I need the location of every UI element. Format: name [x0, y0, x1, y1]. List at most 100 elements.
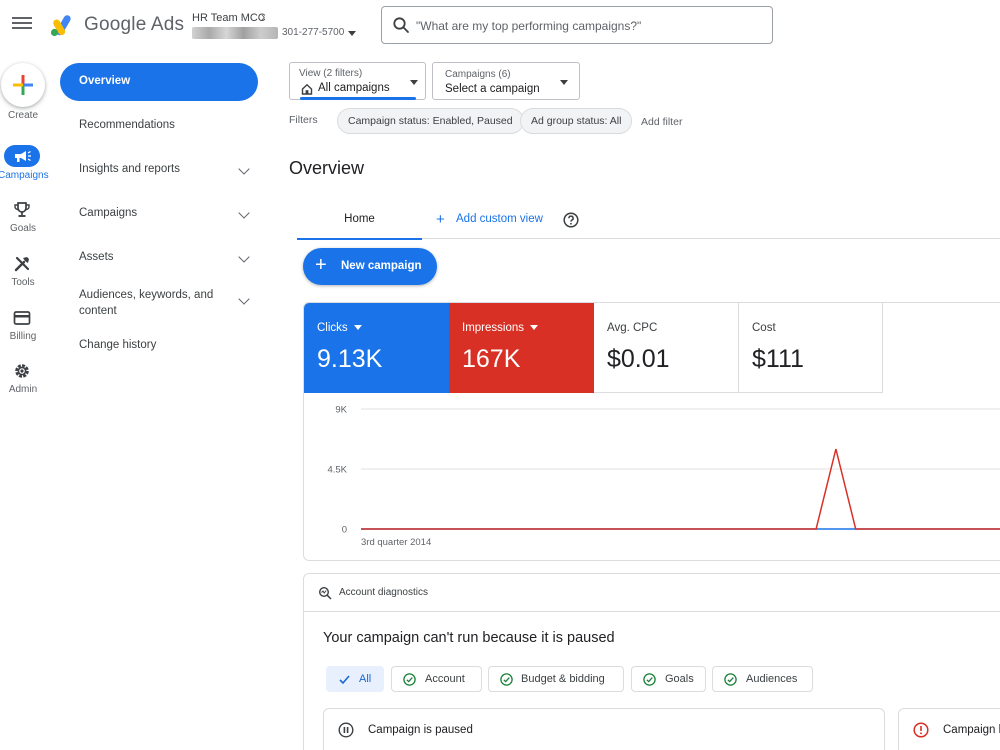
chevron-down-icon [238, 207, 250, 219]
caret-down-icon [410, 80, 418, 85]
account-switcher[interactable]: 301-277-5700 [192, 27, 357, 41]
nav-item-overview[interactable]: Overview [60, 63, 258, 101]
diag-chip-goals[interactable]: Goals [631, 666, 706, 692]
top-bar: Google Ads HR Team MCC › 301-277-5700 [0, 0, 1000, 50]
gear-icon [15, 364, 29, 378]
help-icon[interactable] [563, 212, 579, 228]
nav-item-label: Change history [79, 339, 157, 351]
diagnostics-search-icon [318, 586, 332, 600]
caret-down-icon [560, 80, 568, 85]
performance-chart: 9K 4.5K 0 3rd quarter 2014 [327, 405, 1000, 548]
create-button[interactable] [1, 63, 45, 107]
metric-value: $111 [752, 345, 804, 373]
metric-impressions[interactable]: Impressions 167K [449, 303, 594, 393]
metric-name: Avg. CPC [607, 322, 658, 334]
y-tick-label: 0 [342, 525, 347, 536]
metric-avg-cpc[interactable]: Avg. CPC $0.01 [594, 303, 739, 393]
account-name[interactable]: HR Team MCC [192, 12, 266, 24]
metric-value: 9.13K [317, 345, 383, 373]
main-menu-button[interactable] [12, 14, 32, 34]
diag-chip-audiences[interactable]: Audiences [712, 666, 813, 692]
filter-chip-campaign-status[interactable]: Campaign status: Enabled, Paused [337, 108, 524, 134]
metric-name: Impressions [462, 322, 524, 334]
view-selector[interactable]: View (2 filters) All campaigns [289, 62, 426, 100]
campaign-selector[interactable]: Campaigns (6) Select a campaign [432, 62, 580, 100]
diagnostics-message: Your campaign can't run because it is pa… [323, 630, 615, 646]
left-rail: Create Campaigns Goals Tools Billing Adm… [0, 50, 49, 750]
nav-item-audiences-keywords-content[interactable]: Audiences, keywords, and content [60, 280, 258, 322]
error-icon [913, 722, 929, 738]
diag-chip-budget-bidding[interactable]: Budget & bidding [488, 666, 624, 692]
goals-rail-button[interactable]: Goals [0, 200, 48, 244]
diag-chip-account[interactable]: Account [391, 666, 482, 692]
pause-circle-icon [338, 722, 354, 738]
account-diagnostics-card: Account diagnostics Your campaign can't … [303, 573, 1000, 750]
new-campaign-label: New campaign [341, 260, 422, 272]
nav-item-label: Overview [79, 75, 131, 87]
nav-item-label: Audiences, keywords, and content [79, 289, 214, 317]
tools-label: Tools [11, 277, 35, 288]
diagnostics-header: Account diagnostics [304, 574, 1000, 612]
check-icon [339, 675, 350, 685]
nav-item-campaigns[interactable]: Campaigns [60, 195, 258, 233]
campaigns-rail-button[interactable] [4, 145, 40, 167]
main-content: View (2 filters) All campaigns Campaigns… [289, 50, 1000, 750]
search-box[interactable] [381, 6, 773, 44]
create-label: Create [7, 110, 38, 121]
nav-item-label: Recommendations [79, 119, 175, 131]
admin-rail-button[interactable]: Admin [0, 361, 48, 405]
issue-label: Campaign is paused [368, 724, 473, 736]
tab-home-label: Home [344, 213, 375, 225]
filters-label: Filters [289, 114, 318, 126]
new-campaign-button[interactable]: + New campaign [303, 248, 437, 285]
metric-value: 167K [462, 345, 521, 373]
tab-home[interactable]: Home [297, 202, 422, 240]
metric-cost[interactable]: Cost $111 [739, 303, 883, 393]
issue-campaign-paused[interactable]: Campaign is paused [323, 708, 885, 750]
plus-icon: + [436, 211, 445, 228]
page-title: Overview [289, 158, 365, 178]
metric-name: Cost [752, 322, 776, 334]
issue-campaign-b[interactable]: Campaign b [898, 708, 1000, 750]
diag-chip-label: All [359, 673, 372, 685]
chevron-down-icon [238, 163, 250, 175]
diag-chip-all[interactable]: All [326, 666, 384, 692]
tools-icon [14, 256, 30, 272]
issue-label: Campaign b [943, 724, 1000, 736]
add-filter-link[interactable]: Add filter [641, 116, 682, 128]
search-input[interactable] [416, 16, 756, 36]
billing-rail-button[interactable]: Billing [0, 308, 48, 352]
trophy-icon [14, 202, 30, 217]
check-circle-icon [724, 673, 737, 686]
y-tick-label: 9K [335, 405, 347, 416]
campaign-selector-value: Select a campaign [445, 83, 540, 95]
metric-name: Clicks [317, 322, 348, 334]
tools-rail-button[interactable]: Tools [0, 254, 48, 298]
chevron-right-icon[interactable]: › [261, 9, 265, 24]
x-tick-label: 3rd quarter 2014 [361, 537, 431, 548]
google-ads-logo-icon [50, 15, 71, 37]
search-icon [393, 17, 409, 33]
y-tick-label: 4.5K [327, 465, 347, 476]
check-circle-icon [403, 673, 416, 686]
nav-item-assets[interactable]: Assets [60, 239, 258, 277]
product-name: Google Ads [84, 14, 185, 35]
nav-item-change-history[interactable]: Change history [60, 327, 258, 365]
nav-item-recommendations[interactable]: Recommendations [60, 107, 258, 145]
view-selector-value: All campaigns [318, 82, 390, 94]
diag-chip-label: Budget & bidding [521, 673, 605, 685]
campaigns-label: Campaigns [0, 170, 49, 181]
view-selector-label: View (2 filters) [299, 68, 363, 79]
plus-icon: + [315, 254, 327, 276]
nav-item-label: Campaigns [79, 207, 138, 219]
caret-down-icon [348, 31, 356, 36]
metric-clicks[interactable]: Clicks 9.13K [304, 303, 449, 393]
caret-down-icon [353, 325, 362, 331]
chevron-down-icon [238, 251, 250, 263]
check-circle-icon [500, 673, 513, 686]
menu-icon [12, 17, 32, 19]
nav-item-insights-and-reports[interactable]: Insights and reports [60, 151, 258, 189]
filter-chip-ad-group-status[interactable]: Ad group status: All [520, 108, 633, 134]
metric-value: $0.01 [607, 345, 670, 373]
view-tabs: Home + Add custom view [297, 202, 1000, 240]
